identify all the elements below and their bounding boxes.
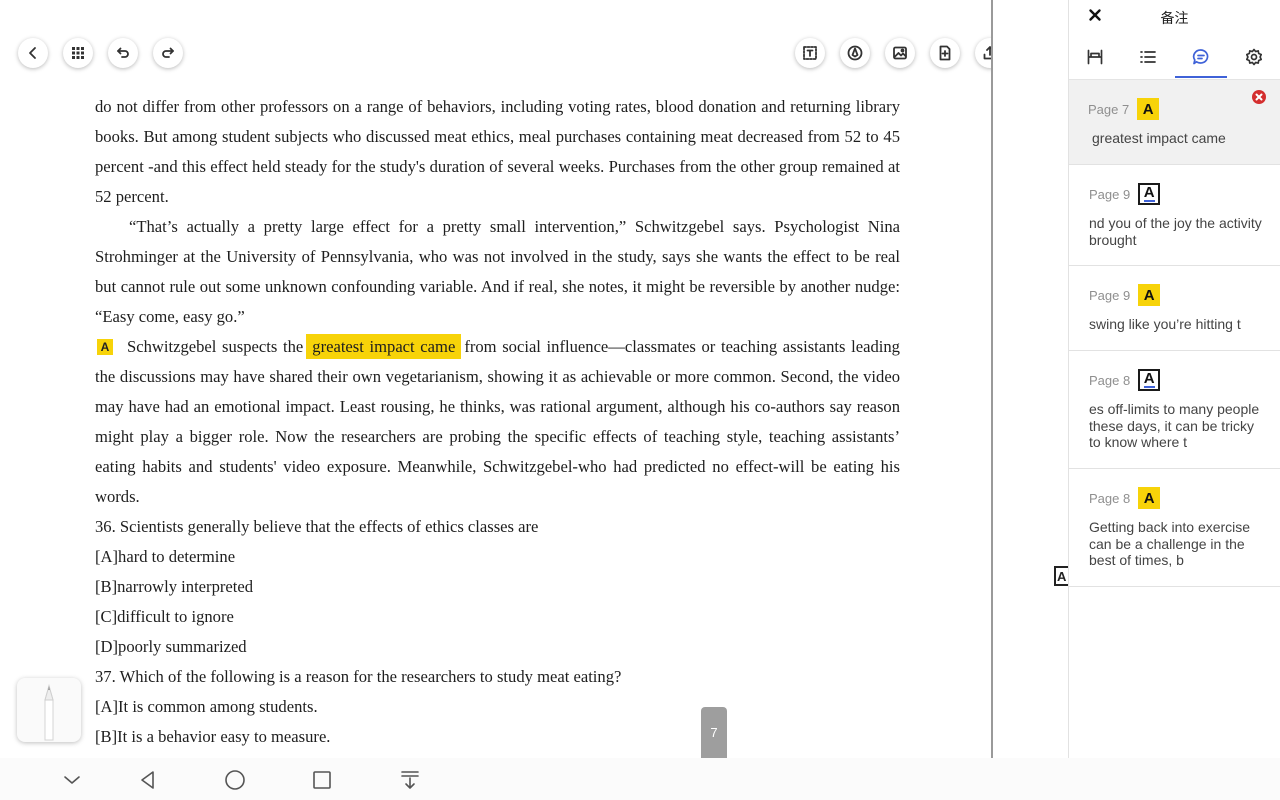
hide-keyboard-button[interactable]	[60, 768, 84, 792]
highlight-badge: A	[1137, 98, 1160, 120]
note-text: Getting back into exercise can be a chal…	[1089, 519, 1251, 568]
floating-pen-tool[interactable]	[17, 678, 81, 742]
nav-home-button[interactable]	[223, 768, 247, 792]
panel-title: 备注	[1160, 10, 1189, 26]
tab-settings[interactable]	[1236, 42, 1272, 72]
panel-header: 备注	[1069, 0, 1280, 34]
paragraph: do not differ from other professors on a…	[95, 97, 900, 206]
note-list: Page 7 A greatest impact came Page 9 A n…	[1069, 80, 1280, 587]
settings-icon	[1245, 48, 1263, 66]
back-icon	[29, 47, 36, 59]
tab-outline[interactable]	[1130, 42, 1166, 72]
note-text: swing like you’re hitting t	[1089, 316, 1241, 332]
note-page-number: Page 8	[1089, 372, 1131, 388]
export-icon	[983, 46, 991, 60]
bookmark-icon	[1087, 49, 1103, 65]
panel-tabs	[1069, 34, 1280, 80]
image-button[interactable]	[885, 38, 915, 68]
question-line: [B]It is a behavior easy to measure.	[95, 727, 331, 746]
note-text: greatest impact came	[1092, 130, 1226, 146]
comment-icon	[1192, 49, 1209, 65]
question-line: 37. Which of the following is a reason f…	[95, 667, 622, 686]
redo-icon	[162, 47, 174, 58]
delete-note-button[interactable]	[1252, 90, 1266, 104]
chevron-down-icon	[64, 776, 80, 784]
note-page-number: Page 9	[1089, 287, 1131, 303]
redo-button[interactable]	[153, 38, 183, 68]
question-line: [A]hard to determine	[95, 547, 236, 566]
back-button[interactable]	[18, 38, 48, 68]
note-page-number: Page 9	[1089, 186, 1131, 202]
text-select-button[interactable]	[795, 38, 825, 68]
note-item[interactable]: Page 7 A greatest impact came	[1069, 80, 1280, 165]
image-icon	[893, 46, 907, 60]
undo-icon	[117, 47, 129, 58]
triangle-back-icon	[141, 771, 154, 789]
tab-bookmarks[interactable]	[1077, 42, 1113, 72]
question-line: [A]It is common among students.	[95, 697, 318, 716]
question-line: [B]narrowly interpreted	[95, 577, 254, 596]
pen-button[interactable]	[840, 38, 870, 68]
page-indicator[interactable]: 7	[701, 707, 727, 758]
note-text: nd you of the joy the activity brought	[1089, 215, 1262, 248]
add-page-icon	[939, 45, 951, 61]
edge-annotation-marker[interactable]: A	[1054, 566, 1068, 586]
underline-badge: A	[1138, 369, 1161, 391]
text-select-icon	[803, 46, 817, 60]
text-before-highlight: Schwitzgebel suspects the	[127, 337, 304, 356]
add-page-button[interactable]	[930, 38, 960, 68]
annotation-marker[interactable]: A	[97, 339, 113, 355]
text-after-highlight: from social influence—classmates or teac…	[95, 337, 900, 506]
highlighted-text[interactable]: greatest impact came	[306, 334, 462, 359]
system-navigation-bar	[0, 758, 1280, 800]
export-button[interactable]	[975, 38, 991, 68]
pencil-icon	[44, 684, 54, 741]
nav-dock-button[interactable]	[398, 768, 422, 792]
square-recents-icon	[313, 771, 331, 789]
note-item[interactable]: Page 9 A nd you of the joy the activity …	[1069, 165, 1280, 266]
note-item[interactable]: Page 9 A swing like you’re hitting t	[1069, 266, 1280, 351]
underline-badge: A	[1138, 183, 1161, 205]
active-tab-indicator	[1175, 76, 1227, 78]
note-page-number: Page 8	[1089, 490, 1131, 506]
note-text: es off-limits to many people these days,…	[1089, 401, 1260, 450]
note-page-number: Page 7	[1088, 101, 1130, 117]
tab-notes[interactable]	[1183, 42, 1219, 72]
document-text[interactable]: do not differ from other professors on a…	[95, 92, 900, 752]
question-line: 36. Scientists generally believe that th…	[95, 517, 539, 536]
paragraph: “That’s actually a pretty large effect f…	[95, 217, 900, 326]
note-item[interactable]: Page 8 A es off-limits to many people th…	[1069, 351, 1280, 469]
list-icon	[1140, 51, 1156, 63]
grid-button[interactable]	[63, 38, 93, 68]
undo-button[interactable]	[108, 38, 138, 68]
nav-back-button[interactable]	[136, 768, 160, 792]
nav-recents-button[interactable]	[310, 768, 334, 792]
question-line: [C]difficult to ignore	[95, 607, 234, 626]
highlight-badge: A	[1138, 284, 1161, 306]
note-item[interactable]: Page 8 A Getting back into exercise can …	[1069, 469, 1280, 587]
highlight-badge: A	[1138, 487, 1161, 509]
close-icon	[1255, 93, 1263, 101]
download-tray-icon	[401, 771, 419, 789]
notes-panel: 备注 Page 7 A greatest impact came Page 9 …	[1068, 0, 1280, 758]
document-view[interactable]: do not differ from other professors on a…	[0, 0, 993, 758]
circle-home-icon	[225, 770, 245, 790]
question-line: [D]poorly summarized	[95, 637, 247, 656]
grid-icon	[72, 47, 84, 59]
highlight-paragraph: A Schwitzgebel suspects the greatest impac…	[95, 332, 900, 512]
pen-icon	[847, 45, 863, 61]
